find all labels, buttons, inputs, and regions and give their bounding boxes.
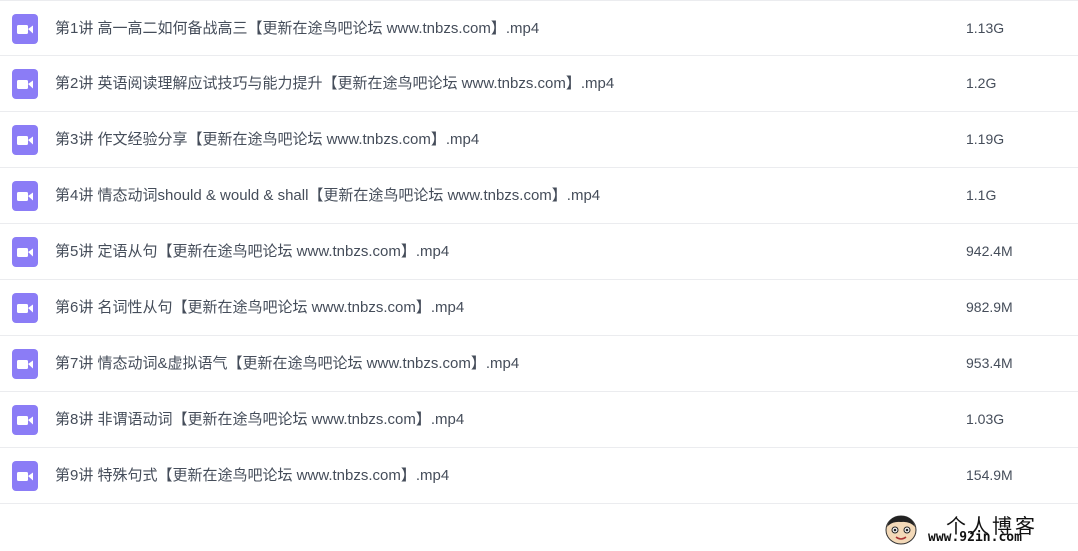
file-name[interactable]: 第6讲 名词性从句【更新在途鸟吧论坛 www.tnbzs.com】.mp4 [55,280,464,335]
file-row[interactable]: 第8讲 非谓语动词【更新在途鸟吧论坛 www.tnbzs.com】.mp4 1.0… [0,392,1078,448]
file-row[interactable]: 第5讲 定语从句【更新在途鸟吧论坛 www.tnbzs.com】.mp4 942.… [0,224,1078,280]
file-row[interactable]: 第3讲 作文经验分享【更新在途鸟吧论坛 www.tnbzs.com】.mp4 1.… [0,112,1078,168]
file-row[interactable]: 第2讲 英语阅读理解应试技巧与能力提升【更新在途鸟吧论坛 www.tnbzs.c… [0,56,1078,112]
file-name[interactable]: 第9讲 特殊句式【更新在途鸟吧论坛 www.tnbzs.com】.mp4 [55,448,449,503]
video-icon [12,125,38,155]
file-size: 1.1G [966,187,997,203]
file-name[interactable]: 第5讲 定语从句【更新在途鸟吧论坛 www.tnbzs.com】.mp4 [55,224,449,279]
video-icon [12,69,38,99]
file-size: 982.9M [966,299,1013,315]
watermark: 个人博客 www.92in.com [884,510,1074,548]
file-size: 1.13G [966,20,1005,36]
file-size: 953.4M [966,355,1013,371]
video-icon [12,14,38,44]
file-name[interactable]: 第3讲 作文经验分享【更新在途鸟吧论坛 www.tnbzs.com】.mp4 [55,112,479,167]
watermark-url: www.92in.com [928,530,1022,545]
file-name[interactable]: 第1讲 高一高二如何备战高三【更新在途鸟吧论坛 www.tnbzs.com】.m… [55,1,539,56]
file-size: 942.4M [966,243,1013,259]
file-name[interactable]: 第4讲 情态动词should & would & shall【更新在途鸟吧论坛 … [55,168,600,223]
file-row[interactable]: 第9讲 特殊句式【更新在途鸟吧论坛 www.tnbzs.com】.mp4 154.… [0,448,1078,504]
file-size: 1.03G [966,411,1005,427]
file-row[interactable]: 第6讲 名词性从句【更新在途鸟吧论坛 www.tnbzs.com】.mp4 982… [0,280,1078,336]
avatar-icon [885,515,917,545]
file-row[interactable]: 第4讲 情态动词should & would & shall【更新在途鸟吧论坛 … [0,168,1078,224]
file-name[interactable]: 第2讲 英语阅读理解应试技巧与能力提升【更新在途鸟吧论坛 www.tnbzs.c… [55,56,614,111]
file-size: 154.9M [966,467,1013,483]
file-size: 1.2G [966,75,997,91]
video-icon [12,461,38,491]
video-icon [12,293,38,323]
file-size: 1.19G [966,131,1005,147]
video-icon [12,349,38,379]
file-row[interactable]: 第1讲 高一高二如何备战高三【更新在途鸟吧论坛 www.tnbzs.com】.m… [0,0,1078,56]
file-name[interactable]: 第7讲 情态动词&虚拟语气【更新在途鸟吧论坛 www.tnbzs.com】.mp… [55,336,519,391]
video-icon [12,405,38,435]
video-icon [12,237,38,267]
file-row[interactable]: 第7讲 情态动词&虚拟语气【更新在途鸟吧论坛 www.tnbzs.com】.mp… [0,336,1078,392]
file-list: 第1讲 高一高二如何备战高三【更新在途鸟吧论坛 www.tnbzs.com】.m… [0,0,1078,504]
file-name[interactable]: 第8讲 非谓语动词【更新在途鸟吧论坛 www.tnbzs.com】.mp4 [55,392,464,447]
video-icon [12,181,38,211]
